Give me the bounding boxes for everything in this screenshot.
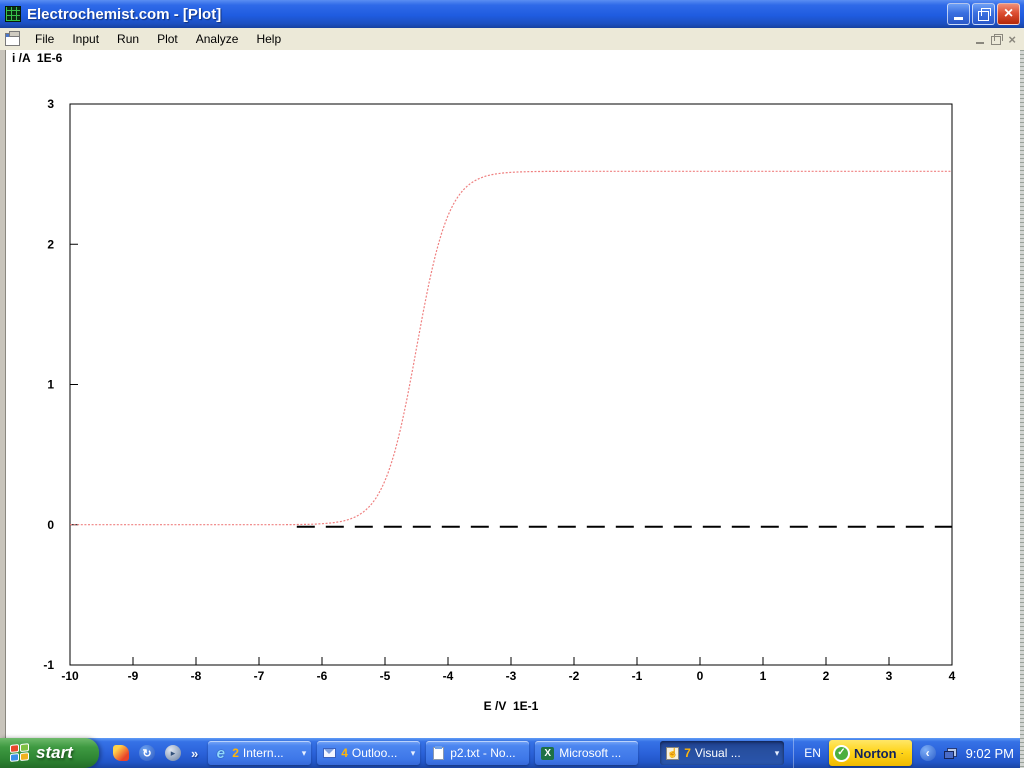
start-button[interactable]: start	[0, 738, 99, 768]
notepad-icon	[431, 746, 446, 761]
find-icon[interactable]	[113, 745, 129, 761]
window-group-count: 2	[232, 746, 239, 760]
taskbar-button-label: Visual ...	[695, 746, 771, 760]
y-axis-title: i /A 1E-6	[12, 51, 62, 65]
norton-label: Norton	[854, 746, 897, 761]
mdi-window-controls: ×	[976, 33, 1024, 46]
menu-plot[interactable]: Plot	[148, 29, 187, 49]
taskbar-button-internet-explorer[interactable]: e 2 Intern... ▾	[208, 741, 311, 765]
minimize-button[interactable]	[947, 3, 970, 25]
media-player-icon[interactable]: ▸	[165, 745, 181, 761]
taskbar-button-label: Outloo...	[352, 746, 407, 760]
taskbar-button-label: Intern...	[243, 746, 298, 760]
title-bar: Electrochemist.com - [Plot] ×	[0, 0, 1024, 28]
language-indicator[interactable]: EN	[804, 746, 821, 760]
mdi-minimize-button[interactable]	[976, 42, 984, 44]
window-group-count: 7	[684, 746, 691, 760]
norton-badge[interactable]: ✓ Norton ·	[829, 740, 912, 766]
taskbar-button-visual-active[interactable]: ☝ 7 Visual ... ▾	[660, 741, 784, 765]
norton-check-icon: ✓	[833, 745, 850, 762]
menu-analyze[interactable]: Analyze	[187, 29, 248, 49]
menu-file[interactable]: File	[26, 29, 63, 49]
ie-browser-icon[interactable]: ↻	[139, 745, 155, 761]
norton-trademark-dot: ·	[901, 748, 904, 758]
restore-button[interactable]	[972, 3, 995, 25]
quick-launch-bar: ↻ ▸ »	[99, 745, 208, 761]
mdi-child-icon[interactable]	[5, 33, 20, 46]
menu-run[interactable]: Run	[108, 29, 148, 49]
app-icon	[5, 6, 21, 22]
window-title: Electrochemist.com - [Plot]	[27, 6, 221, 23]
screen: Electrochemist.com - [Plot] × File Input…	[0, 0, 1024, 768]
start-label: start	[36, 743, 73, 763]
restore-icon	[978, 11, 989, 21]
quick-launch-overflow-chevron[interactable]: »	[191, 746, 198, 761]
taskbar-button-label: p2.txt - No...	[450, 746, 524, 760]
taskbar: start ↻ ▸ » e 2 Intern... ▾ 4 Outloo... …	[0, 738, 1024, 768]
taskbar-button-outlook[interactable]: 4 Outloo... ▾	[317, 741, 420, 765]
menu-help[interactable]: Help	[247, 29, 290, 49]
taskbar-button-excel[interactable]: X Microsoft ...	[535, 741, 638, 765]
taskbar-button-notepad[interactable]: p2.txt - No...	[426, 741, 529, 765]
mdi-close-button[interactable]: ×	[1008, 33, 1016, 46]
visual-app-icon: ☝	[665, 746, 680, 761]
outlook-express-icon	[322, 746, 337, 761]
windows-logo-icon	[10, 743, 30, 763]
plot-client-area	[0, 50, 1024, 738]
window-group-count: 4	[341, 746, 348, 760]
close-button[interactable]: ×	[997, 3, 1020, 25]
excel-icon: X	[540, 746, 555, 761]
chevron-down-icon: ▾	[411, 748, 416, 759]
chevron-down-icon: ▾	[302, 748, 307, 759]
window-controls: ×	[947, 3, 1024, 25]
tray-clock[interactable]: 9:02 PM	[966, 746, 1014, 761]
minimize-icon	[954, 17, 963, 20]
taskbar-button-label: Microsoft ...	[559, 746, 633, 760]
mdi-restore-button[interactable]	[991, 36, 1001, 45]
x-axis-title: E /V 1E-1	[431, 699, 591, 713]
system-tray: EN ✓ Norton · ‹ 9:02 PM	[793, 738, 1024, 768]
tray-collapse-chevron[interactable]: ‹	[920, 745, 936, 761]
internet-explorer-icon: e	[213, 746, 228, 761]
right-edge-strip	[1020, 50, 1024, 768]
network-icon[interactable]	[944, 748, 958, 759]
menu-input[interactable]: Input	[63, 29, 108, 49]
chevron-down-icon: ▾	[775, 748, 780, 759]
menu-bar: File Input Run Plot Analyze Help ×	[0, 28, 1024, 50]
